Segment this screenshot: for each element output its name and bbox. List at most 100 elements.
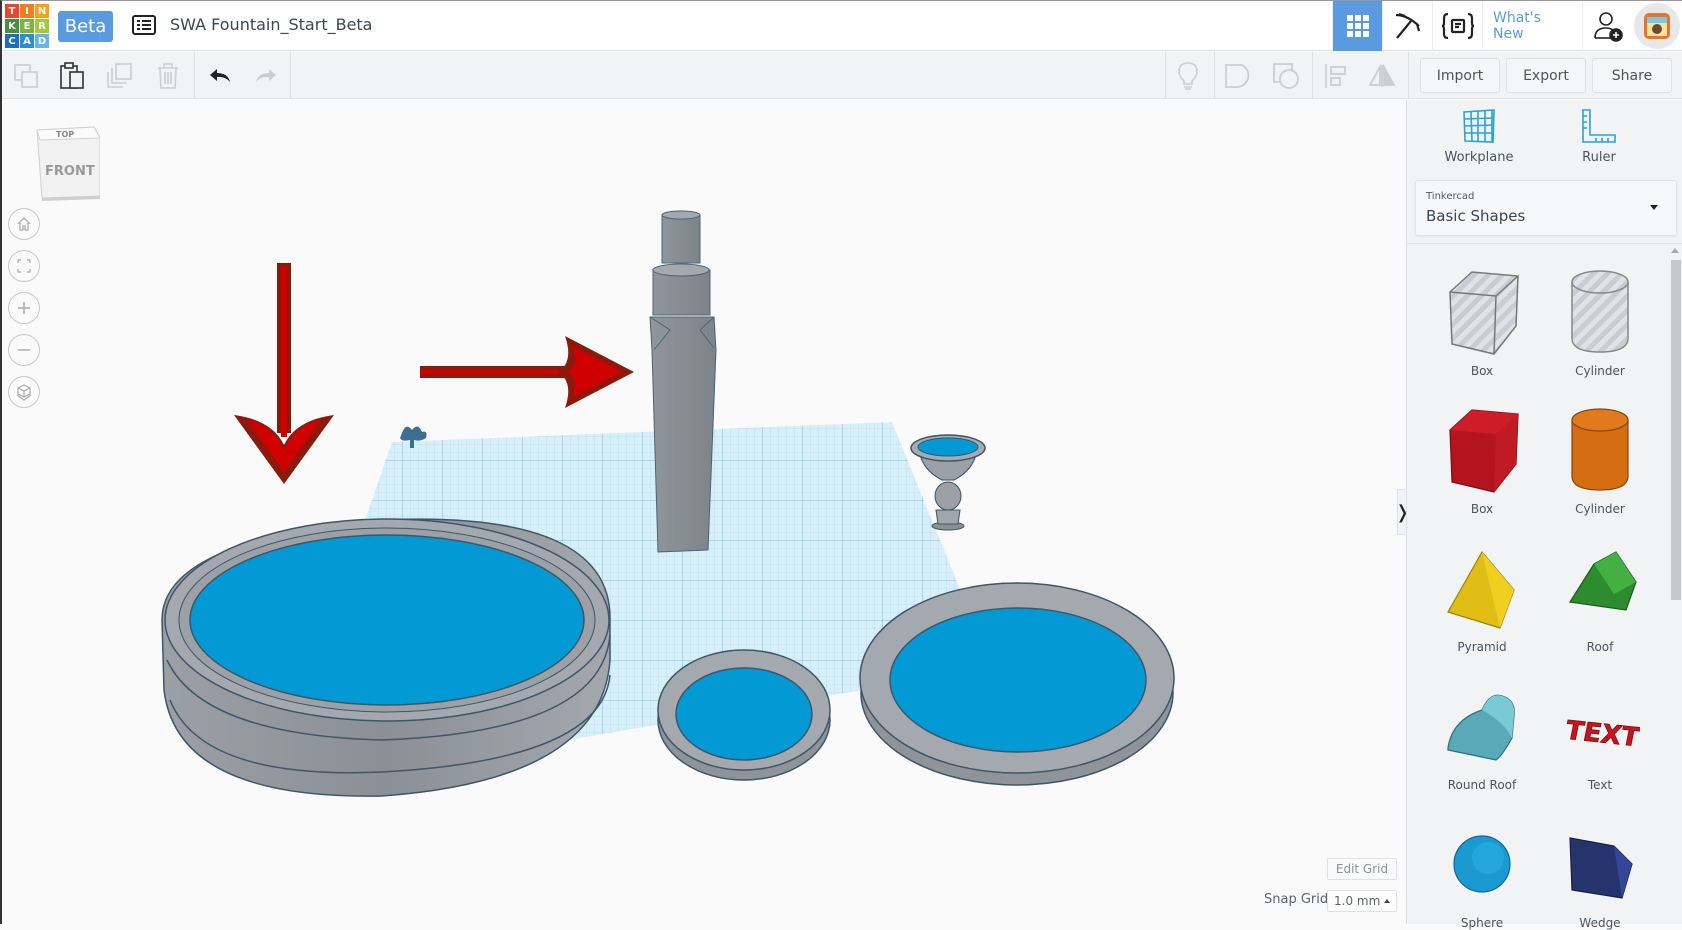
home-icon bbox=[17, 217, 31, 231]
text-shape-icon: TEXT bbox=[1566, 715, 1640, 754]
align-button[interactable] bbox=[1318, 58, 1354, 94]
home-view-button[interactable] bbox=[8, 208, 40, 240]
shape-library-select[interactable]: Tinkercad Basic Shapes bbox=[1415, 180, 1677, 236]
3d-design-view-button[interactable] bbox=[1332, 1, 1382, 51]
shape-wedge[interactable]: Wedge bbox=[1545, 820, 1655, 930]
medium-fountain-basin[interactable] bbox=[859, 582, 1175, 786]
tinkercad-logo[interactable]: TIN KER CAD bbox=[5, 4, 49, 48]
mirror-icon bbox=[1368, 64, 1396, 87]
align-icon bbox=[1325, 64, 1346, 88]
hole-button[interactable] bbox=[1268, 58, 1304, 94]
import-button[interactable]: Import bbox=[1420, 58, 1500, 93]
fountain-column[interactable] bbox=[649, 210, 717, 553]
shape-label: Cylinder bbox=[1575, 502, 1625, 516]
wedge-icon bbox=[1569, 837, 1633, 899]
red-arrow-down[interactable] bbox=[234, 263, 334, 484]
shape-label: Text bbox=[1587, 778, 1613, 792]
ortho-cube-icon bbox=[16, 384, 32, 401]
sphere-icon bbox=[1453, 835, 1511, 893]
edit-grid-button[interactable]: Edit Grid bbox=[1327, 858, 1397, 880]
redo-icon bbox=[256, 69, 276, 82]
workplane-tool[interactable]: Workplane bbox=[1429, 108, 1529, 165]
shape-hole-box[interactable]: Box bbox=[1427, 268, 1537, 378]
roof-icon bbox=[1568, 551, 1637, 611]
view-cube[interactable]: TOP FRONT bbox=[36, 126, 101, 202]
notes-button[interactable] bbox=[1170, 58, 1206, 94]
add-user-icon bbox=[1593, 12, 1623, 42]
3d-viewport[interactable]: re bbox=[2, 100, 1405, 924]
small-ring-basin[interactable] bbox=[657, 649, 831, 781]
fit-all-icon bbox=[17, 259, 31, 273]
scroll-up-arrow[interactable] bbox=[1671, 248, 1679, 253]
red-arrow-right[interactable] bbox=[420, 336, 634, 408]
scene-canvas[interactable]: re bbox=[2, 100, 1405, 924]
shape-text[interactable]: TEXT Text bbox=[1545, 682, 1655, 792]
shape-sphere[interactable]: Sphere bbox=[1427, 820, 1537, 930]
logo-tile: A bbox=[20, 34, 34, 48]
shape-round-roof[interactable]: Round Roof bbox=[1427, 682, 1537, 792]
duplicate-button[interactable] bbox=[102, 58, 138, 94]
dropdown-caret-icon bbox=[1650, 205, 1658, 210]
user-avatar[interactable] bbox=[1634, 3, 1680, 49]
round-roof-icon bbox=[1447, 694, 1515, 761]
viewcube-top-label[interactable]: TOP bbox=[56, 130, 74, 139]
logo-tile: I bbox=[20, 4, 34, 18]
workplane-label: Workplane bbox=[1444, 150, 1514, 165]
mirror-button[interactable] bbox=[1364, 58, 1400, 94]
box-icon bbox=[1449, 409, 1519, 493]
logo-tile: D bbox=[35, 34, 49, 48]
large-fountain-basin[interactable] bbox=[161, 518, 611, 797]
beta-badge[interactable]: Beta bbox=[58, 11, 113, 42]
avatar-icon bbox=[1644, 13, 1670, 39]
code-braces-icon bbox=[1441, 12, 1474, 40]
plus-icon bbox=[18, 302, 30, 314]
zoom-in-button[interactable] bbox=[8, 292, 40, 324]
fit-view-button[interactable] bbox=[8, 250, 40, 282]
list-icon bbox=[132, 15, 156, 35]
shapes-panel: Workplane Ruler Tinkercad Basic Shapes B… bbox=[1406, 100, 1682, 930]
copy-button[interactable] bbox=[8, 58, 44, 94]
codeblocks-view-button[interactable] bbox=[1432, 1, 1482, 51]
workplane-icon bbox=[1463, 109, 1495, 143]
ruler-label: Ruler bbox=[1582, 150, 1616, 165]
grid-icon bbox=[1346, 15, 1369, 37]
undo-button[interactable] bbox=[202, 58, 238, 94]
design-list-button[interactable] bbox=[132, 15, 156, 35]
whats-new-link[interactable]: What's New bbox=[1482, 1, 1582, 51]
shape-cylinder[interactable]: Cylinder bbox=[1545, 406, 1655, 516]
lightbulb-icon bbox=[1178, 62, 1198, 90]
shape-label: Roof bbox=[1586, 640, 1614, 654]
shape-label: Box bbox=[1470, 364, 1494, 378]
ruler-tool[interactable]: Ruler bbox=[1549, 108, 1649, 165]
pyramid-icon bbox=[1447, 550, 1515, 629]
logo-tile: T bbox=[5, 4, 19, 18]
redo-button[interactable] bbox=[248, 58, 284, 94]
shape-box[interactable]: Box bbox=[1427, 406, 1537, 516]
minus-icon bbox=[18, 349, 30, 351]
snap-grid-select[interactable]: 1.0 mm bbox=[1327, 890, 1397, 912]
panel-scrollbar[interactable] bbox=[1671, 260, 1681, 600]
shape-label: Sphere bbox=[1460, 916, 1504, 930]
ruler-icon bbox=[1582, 109, 1616, 143]
design-title[interactable]: SWA Fountain_Start_Beta bbox=[170, 15, 372, 34]
solid-button[interactable] bbox=[1220, 58, 1256, 94]
shape-hole-cylinder[interactable]: Cylinder bbox=[1545, 268, 1655, 378]
logo-tile: R bbox=[35, 19, 49, 33]
copy-icon bbox=[14, 64, 38, 88]
export-button[interactable]: Export bbox=[1506, 58, 1586, 93]
pickaxe-icon bbox=[1395, 12, 1420, 39]
share-button[interactable]: Share bbox=[1592, 58, 1672, 93]
viewcube-front-label[interactable]: FRONT bbox=[45, 164, 95, 179]
blocks-view-button[interactable] bbox=[1382, 1, 1432, 51]
shape-pyramid[interactable]: Pyramid bbox=[1427, 544, 1537, 654]
shape-label: Round Roof bbox=[1447, 778, 1517, 792]
zoom-out-button[interactable] bbox=[8, 334, 40, 366]
shape-roof[interactable]: Roof bbox=[1545, 544, 1655, 654]
undo-icon bbox=[210, 69, 230, 82]
delete-button[interactable] bbox=[150, 58, 186, 94]
hole-shape-icon bbox=[1273, 63, 1299, 89]
perspective-button[interactable] bbox=[8, 376, 40, 408]
paste-button[interactable] bbox=[54, 58, 90, 94]
add-user-button[interactable] bbox=[1582, 1, 1632, 51]
shape-label: Wedge bbox=[1579, 916, 1621, 930]
